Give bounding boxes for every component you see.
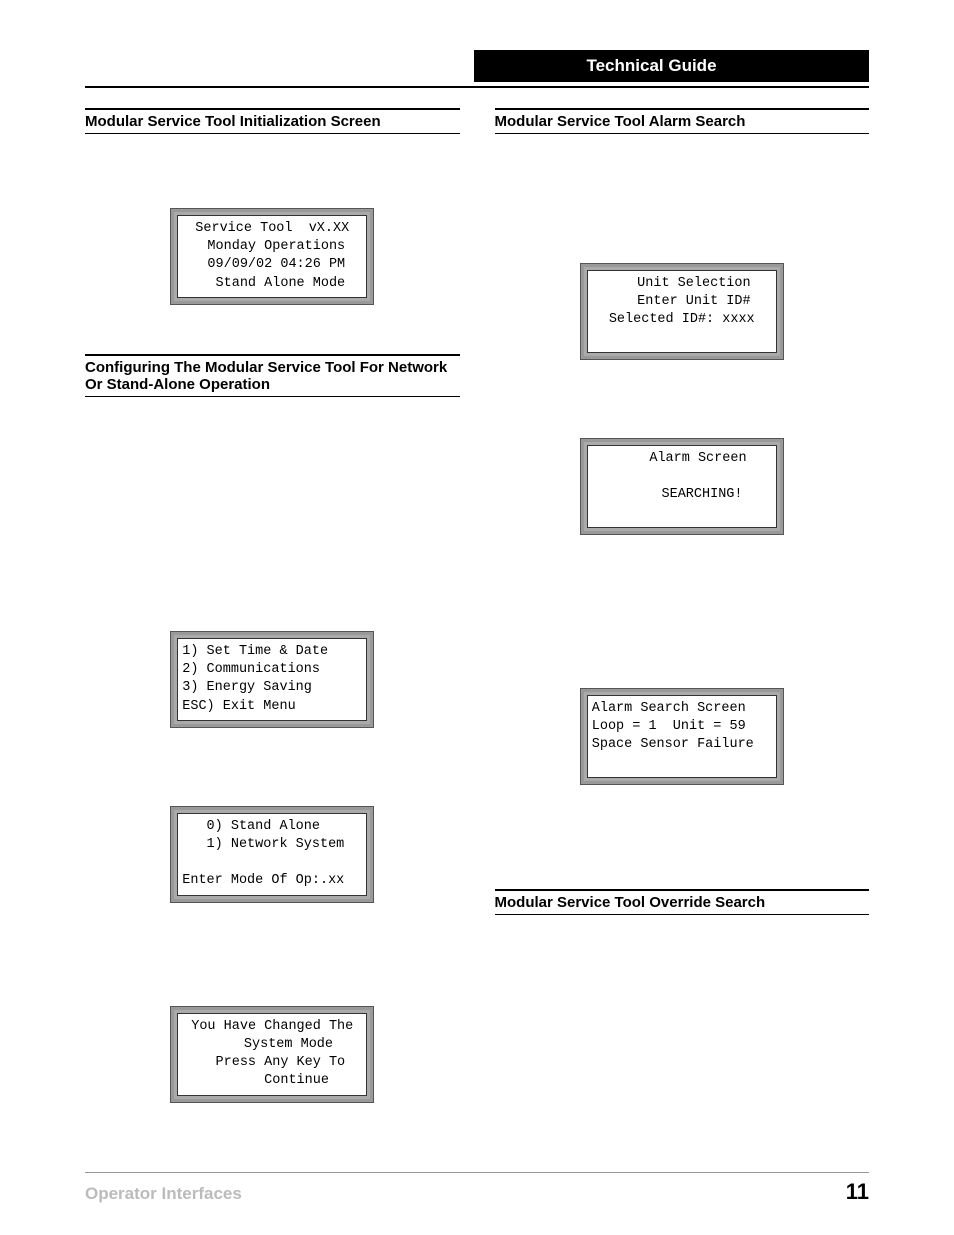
lcd-alarm-result: Alarm Search Screen Loop = 1 Unit = 59 S…: [581, 689, 783, 784]
lcd-init-screen-text: Service Tool vX.XX Monday Operations 09/…: [177, 215, 367, 298]
footer-left-text: Operator Interfaces: [85, 1184, 242, 1204]
lcd-alarm-searching-text: Alarm Screen SEARCHING!: [587, 445, 777, 528]
lcd-changed-screen: You Have Changed The System Mode Press A…: [171, 1007, 373, 1102]
columns: Modular Service Tool Initialization Scre…: [85, 108, 869, 1122]
right-heading-1: Modular Service Tool Alarm Search: [495, 108, 870, 134]
right-column: Modular Service Tool Alarm Search Unit S…: [495, 108, 870, 1122]
lcd-alarm-result-text: Alarm Search Screen Loop = 1 Unit = 59 S…: [587, 695, 777, 778]
left-column: Modular Service Tool Initialization Scre…: [85, 108, 460, 1122]
top-rule: [85, 86, 869, 88]
right-heading-2: Modular Service Tool Override Search: [495, 889, 870, 915]
lcd-menu-screen: 1) Set Time & Date 2) Communications 3) …: [171, 632, 373, 727]
page: Technical Guide Modular Service Tool Ini…: [0, 0, 954, 1235]
footer-line: Operator Interfaces 11: [85, 1172, 869, 1205]
footer-page-number: 11: [846, 1179, 869, 1205]
left-heading-1: Modular Service Tool Initialization Scre…: [85, 108, 460, 134]
lcd-unit-selection: Unit Selection Enter Unit ID# Selected I…: [581, 264, 783, 359]
header-title: Technical Guide: [474, 50, 869, 82]
left-heading-2: Configuring The Modular Service Tool For…: [85, 354, 460, 397]
header-row: Technical Guide: [85, 50, 869, 82]
lcd-mode-screen: 0) Stand Alone 1) Network System Enter M…: [171, 807, 373, 902]
lcd-changed-screen-text: You Have Changed The System Mode Press A…: [177, 1013, 367, 1096]
lcd-alarm-searching: Alarm Screen SEARCHING!: [581, 439, 783, 534]
lcd-init-screen: Service Tool vX.XX Monday Operations 09/…: [171, 209, 373, 304]
lcd-unit-selection-text: Unit Selection Enter Unit ID# Selected I…: [587, 270, 777, 353]
lcd-mode-screen-text: 0) Stand Alone 1) Network System Enter M…: [177, 813, 367, 896]
footer: Operator Interfaces 11: [85, 1172, 869, 1205]
lcd-menu-screen-text: 1) Set Time & Date 2) Communications 3) …: [177, 638, 367, 721]
